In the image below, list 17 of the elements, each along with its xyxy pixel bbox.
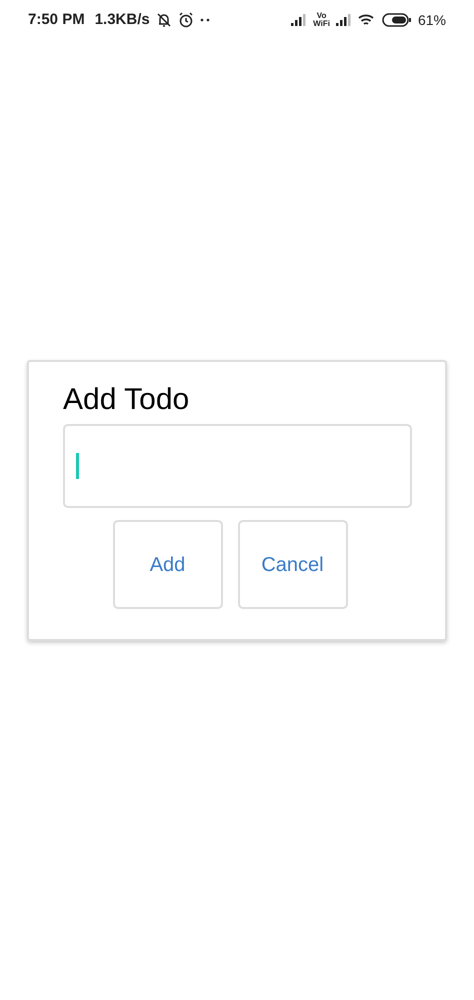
more-dots-icon — [200, 18, 210, 22]
wifi-text: WiFi — [313, 20, 330, 28]
signal-icon — [336, 14, 352, 26]
signal-icon — [291, 14, 308, 26]
muted-bell-icon — [156, 12, 172, 28]
battery-icon — [382, 13, 412, 27]
todo-input-field[interactable] — [63, 424, 412, 508]
cancel-button[interactable]: Cancel — [238, 520, 348, 609]
battery-percent: 61% — [418, 10, 446, 30]
dialog-title: Add Todo — [63, 382, 190, 418]
add-button[interactable]: Add — [112, 520, 222, 609]
clock-time: 7:50 PM — [28, 10, 85, 30]
text-cursor-icon — [76, 453, 79, 479]
network-speed: 1.3KB/s — [94, 10, 150, 30]
vo-text: Vo — [316, 12, 326, 20]
alarm-clock-icon — [178, 12, 194, 28]
wifi-icon — [358, 13, 376, 27]
